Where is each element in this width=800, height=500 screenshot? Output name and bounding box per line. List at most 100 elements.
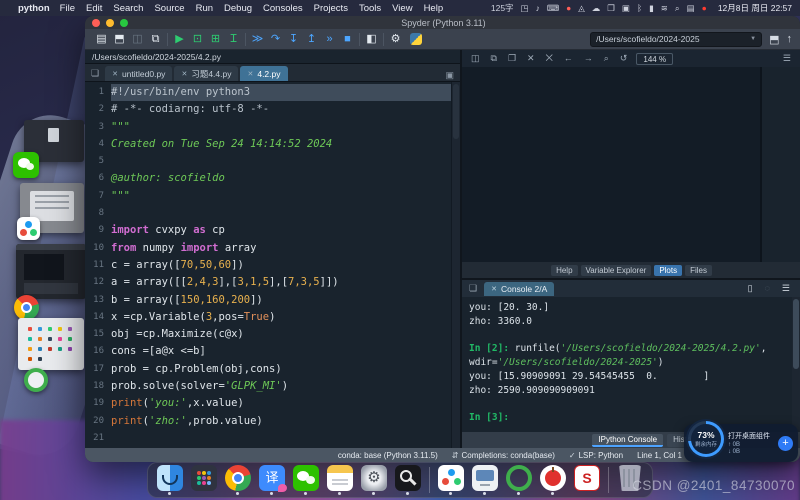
parent-directory-icon[interactable]: ↑ <box>787 33 793 45</box>
inspect-icon[interactable]: ▯ <box>748 283 753 294</box>
menu-projects[interactable]: Projects <box>314 3 348 14</box>
dock-launchpad-icon[interactable] <box>191 465 217 495</box>
control-center-icon[interactable]: ▤ <box>687 3 695 14</box>
active-app-name[interactable]: python <box>18 3 50 14</box>
statusbar-item[interactable]: ✓LSP: Python <box>569 451 623 460</box>
menu-help[interactable]: Help <box>424 3 444 14</box>
chrome-app-icon[interactable] <box>14 295 39 320</box>
spotlight-icon[interactable]: ⌕ <box>675 3 680 14</box>
wechat-app-icon[interactable] <box>13 152 39 178</box>
keyboard-icon[interactable]: ⌨ <box>547 3 559 14</box>
widget-title[interactable]: 打开桌面组件 <box>728 431 778 441</box>
preferences-wrench-icon[interactable]: ⚙ <box>387 30 404 49</box>
python-environment-icon[interactable] <box>410 33 422 45</box>
tab-variable-explorer[interactable]: Variable Explorer <box>581 265 652 276</box>
browse-tabs-icon[interactable]: ❏ <box>87 68 103 81</box>
screenshot-icon[interactable]: ▣ <box>622 3 630 14</box>
editor-corner-icon[interactable]: ▣ <box>445 70 458 81</box>
menu-source[interactable]: Source <box>154 3 184 14</box>
run-icon[interactable]: ▶ <box>171 30 188 49</box>
save-all-plots-icon[interactable]: ⧉ <box>491 53 497 64</box>
screen-mirror-icon[interactable]: ◳ <box>521 3 529 14</box>
stop-icon[interactable]: ■ <box>339 30 356 49</box>
fit-plot-icon[interactable]: ↺ <box>620 53 628 64</box>
editor-tab-4.2.py[interactable]: ✕4.2.py <box>240 66 287 81</box>
minimize-window-button[interactable] <box>106 19 114 27</box>
window-preview-panel[interactable] <box>18 318 84 370</box>
statusbar-item[interactable]: ⇵Completions: conda(base) <box>452 451 555 460</box>
save-plot-icon[interactable]: ◫ <box>471 53 480 64</box>
dock-keychain-icon[interactable] <box>395 465 421 495</box>
dock-sunlogin-icon[interactable] <box>438 465 464 495</box>
plots-thumbnail-strip[interactable] <box>762 67 800 262</box>
airdrop-icon[interactable]: ◬ <box>578 3 585 14</box>
previous-plot-icon[interactable]: ← <box>564 53 573 64</box>
tab-files[interactable]: Files <box>685 265 712 276</box>
code-editor[interactable]: 1#!/usr/bin/env python32# -*- codiarng: … <box>85 82 460 448</box>
next-plot-icon[interactable]: → <box>584 53 593 64</box>
working-directory-select[interactable]: /Users/scofieldo/2024-2025 ▼ <box>590 32 762 47</box>
step-over-icon[interactable]: ↷ <box>267 30 284 49</box>
zoom-plot-icon[interactable]: ⌕ <box>604 53 609 64</box>
menu-search[interactable]: Search <box>113 3 143 14</box>
maximize-pane-icon[interactable]: ◧ <box>363 30 380 49</box>
step-out-icon[interactable]: ↥ <box>303 30 320 49</box>
recording-indicator-icon[interactable]: ● <box>702 3 707 14</box>
plots-zoom-level[interactable]: 144 % <box>636 53 673 65</box>
close-console-icon[interactable]: ✕ <box>491 285 497 293</box>
menu-view[interactable]: View <box>392 3 412 14</box>
console-tab[interactable]: ✕ Console 2/A <box>484 282 554 296</box>
interrupt-kernel-icon[interactable]: ◌ <box>765 283 770 294</box>
dock-sapp-icon[interactable] <box>574 465 600 495</box>
continue-icon[interactable]: » <box>321 30 338 49</box>
open-file-icon[interactable]: ⬒ <box>111 30 128 49</box>
word-count-status[interactable]: 125字 <box>491 2 514 14</box>
menu-file[interactable]: File <box>60 3 75 14</box>
run-selection-icon[interactable]: Ɪ <box>225 30 242 49</box>
new-file-icon[interactable]: ▤ <box>93 30 110 49</box>
close-tab-icon[interactable]: ✕ <box>247 70 253 78</box>
dock-translate-icon[interactable] <box>259 465 285 495</box>
console-options-icon[interactable]: ☰ <box>782 283 790 294</box>
statusbar-item[interactable]: conda: base (Python 3.11.5) <box>338 451 438 460</box>
statusbar-item[interactable]: Line 1, Col 1 <box>637 451 682 460</box>
step-into-icon[interactable]: ↧ <box>285 30 302 49</box>
run-cell-advance-icon[interactable]: ⊞ <box>207 30 224 49</box>
run-cell-icon[interactable]: ⊡ <box>189 30 206 49</box>
close-window-button[interactable] <box>92 19 100 27</box>
menu-bar-clock[interactable]: 12月8日 周日 22:57 <box>718 2 792 14</box>
debug-file-icon[interactable]: ≫ <box>249 30 266 49</box>
zoom-window-button[interactable] <box>120 19 128 27</box>
dock-redapple-icon[interactable] <box>540 465 566 495</box>
dock-greenring-icon[interactable] <box>506 465 532 495</box>
dock-finder-icon[interactable] <box>157 465 183 495</box>
menu-edit[interactable]: Edit <box>86 3 102 14</box>
console-scrollbar[interactable] <box>792 297 800 432</box>
menu-consoles[interactable]: Consoles <box>263 3 303 14</box>
sunlogin-app-icon[interactable] <box>17 217 40 240</box>
editor-scrollbar[interactable] <box>451 82 460 448</box>
close-tab-icon[interactable]: ✕ <box>112 70 118 78</box>
remove-all-plots-icon[interactable]: ⨉ <box>546 53 553 64</box>
browse-directory-icon[interactable]: ⬒ <box>769 33 779 46</box>
memory-widget[interactable]: 73% 剩余内存 打开桌面组件 ↑ 0B ↓ 0B + <box>684 424 798 462</box>
menu-tools[interactable]: Tools <box>359 3 381 14</box>
dock-chrome-icon[interactable] <box>225 465 251 495</box>
window-titlebar[interactable]: Spyder (Python 3.11) <box>85 16 800 29</box>
dock-notes-icon[interactable] <box>327 465 353 495</box>
dock-wechat-icon[interactable] <box>293 465 319 495</box>
cloud-icon[interactable]: ☁ <box>592 3 601 14</box>
tab-ipython-console[interactable]: IPython Console <box>592 434 663 447</box>
record-dot-icon[interactable]: ● <box>566 3 571 14</box>
mic-icon[interactable]: ♪ <box>536 3 540 14</box>
display-icon[interactable]: ❐ <box>607 3 615 14</box>
copy-plot-icon[interactable]: ❐ <box>508 53 516 64</box>
close-tab-icon[interactable]: ✕ <box>181 70 187 78</box>
dock-settings-icon[interactable] <box>361 465 387 495</box>
plots-canvas[interactable] <box>462 67 762 262</box>
tab-help[interactable]: Help <box>551 265 577 276</box>
plots-options-menu-icon[interactable]: ☰ <box>783 53 791 64</box>
tab-plots[interactable]: Plots <box>654 265 682 276</box>
green-ring-app-icon[interactable] <box>24 368 48 392</box>
add-widget-button[interactable]: + <box>778 436 793 451</box>
